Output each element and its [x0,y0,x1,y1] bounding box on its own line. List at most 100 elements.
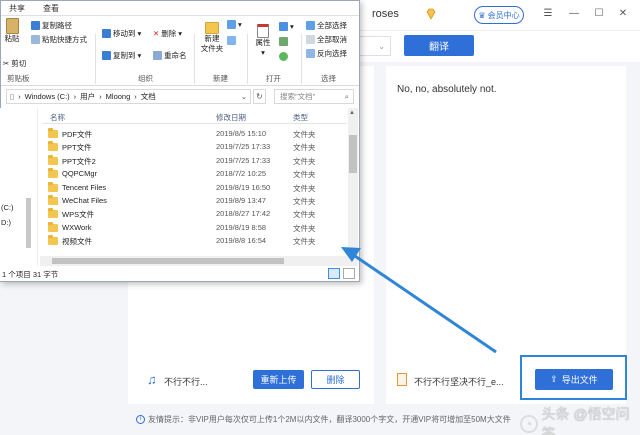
address-bar[interactable]: ▯ › Windows (C:) › 用户 › Mloong › 文档 ⌄ [6,89,251,104]
file-type: 文件夹 [293,183,316,193]
new-item-button[interactable]: ▾ [227,20,242,29]
easy-access-button[interactable] [227,36,236,45]
properties-button[interactable]: 属性 ▾ [253,24,273,58]
rename-button[interactable]: 重命名 [153,50,187,61]
navigation-pane [0,108,38,266]
reupload-button[interactable]: 重新上传 [253,370,304,389]
file-row[interactable]: WXWork 2019/8/19 8:58 文件夹 [42,221,347,235]
tab-view[interactable]: 查看 [43,3,59,14]
nav-item-drive-d[interactable]: D:) [1,218,11,227]
chevron-down-icon: ▾ [261,48,265,57]
history-button[interactable] [279,52,288,61]
paste-button[interactable]: 粘贴 [3,18,21,44]
username[interactable]: roses [372,8,399,20]
file-row[interactable]: PDF文件 2019/8/5 15:10 文件夹 [42,128,347,141]
delete-file-label: 删除 [161,29,177,38]
file-type: 文件夹 [293,170,316,180]
select-all-label: 全部选择 [317,21,347,30]
file-row[interactable]: 视频文件 2019/8/8 16:54 文件夹 [42,235,347,248]
chevron-right-icon: › [99,92,102,101]
file-row[interactable]: WeChat Files 2019/8/9 13:47 文件夹 [42,195,347,208]
close-icon[interactable]: ✕ [616,6,630,20]
edit-button[interactable] [279,37,288,46]
export-file-button[interactable]: ⇪ 导出文件 [535,369,613,390]
breadcrumb-users[interactable]: 用户 [80,91,95,102]
chevron-down-icon[interactable]: ⌄ [241,92,247,101]
file-name: QQPCMgr [62,169,98,179]
horizontal-scrollbar-thumb[interactable] [52,258,284,264]
breadcrumb-drive[interactable]: Windows (C:) [25,92,70,101]
file-list-scrollbar-thumb[interactable] [349,135,357,173]
paste-shortcut-button[interactable]: 粘贴快捷方式 [31,34,87,45]
chevron-down-icon: ▾ [290,22,294,31]
file-list-scrollbar[interactable] [348,108,358,256]
search-input[interactable]: 搜索"文档" ⌕ [274,89,354,104]
file-row[interactable]: Tencent Files 2019/8/19 16:50 文件夹 [42,181,347,195]
file-row[interactable]: QQPCMgr 2018/7/2 10:25 文件夹 [42,168,347,181]
copy-to-button[interactable]: 复制到 ▾ [102,50,141,61]
watermark: ◔ 头条 @悟空问答 [520,404,640,435]
file-row[interactable]: WPS文件 2018/8/27 17:42 文件夹 [42,208,347,221]
cut-button[interactable]: ✂ 剪切 [3,58,26,69]
maximize-icon[interactable]: ☐ [592,6,606,20]
vip-center-label: 会员中心 [487,10,520,20]
move-to-button[interactable]: 移动到 ▾ [102,28,141,39]
file-type: 文件夹 [293,223,316,233]
ribbon-divider [247,34,248,84]
column-name-header[interactable]: 名称 [50,112,65,123]
file-modified-date: 2019/8/19 16:50 [216,182,271,192]
column-date-header[interactable]: 修改日期 [216,112,246,123]
copy-path-button[interactable]: 复制路径 [31,20,72,31]
target-language-select[interactable]: ⌄ [355,36,391,56]
folder-icon [48,141,58,152]
file-row[interactable]: PPT文件2 2019/7/25 17:33 文件夹 [42,154,347,168]
menu-icon[interactable]: ☰ [541,6,555,20]
scroll-down-icon[interactable]: ▼ [349,247,355,253]
result-panel [386,66,626,404]
translate-button[interactable]: 翻译 [404,35,474,56]
copy-to-icon [102,51,111,60]
folder-icon [48,154,58,165]
details-view-icon[interactable] [328,268,340,279]
file-name: PPT文件2 [62,156,96,166]
copy-to-label: 复制到 [113,51,136,60]
select-all-button[interactable]: 全部选择 [306,20,347,31]
nav-item-drive-c[interactable]: (C:) [1,203,14,212]
ribbon-divider [301,34,302,84]
file-modified-date: 2019/7/25 17:33 [216,155,271,165]
folder-path-icon: ▯ [10,92,15,101]
column-type-header[interactable]: 类型 [293,112,308,123]
music-file-icon: ♫ [147,372,157,387]
breadcrumb-documents[interactable]: 文档 [141,91,156,102]
delete-file-button[interactable]: ✕ 删除 ▾ [153,28,182,39]
clipboard-icon [5,18,19,34]
file-name: PPT文件 [62,143,92,153]
file-type: 文件夹 [293,143,316,153]
scroll-up-icon[interactable]: ▲ [349,110,355,116]
refresh-icon[interactable]: ↻ [253,89,266,104]
ribbon-divider [194,34,195,84]
file-modified-date: 2019/8/19 8:58 [216,222,267,232]
select-none-label: 全部取消 [317,35,347,44]
large-icons-view-icon[interactable] [343,268,355,279]
tab-share[interactable]: 共享 [9,3,25,14]
breadcrumb-user[interactable]: Mloong [106,92,131,101]
new-folder-label: 新建 文件夹 [200,34,224,53]
move-to-label: 移动到 [113,29,136,38]
info-icon: i [136,415,145,425]
new-folder-button[interactable]: 新建 文件夹 [199,22,225,54]
file-row[interactable]: PPT文件 2019/7/25 17:33 文件夹 [42,141,347,154]
copy-path-icon [31,21,40,30]
vip-center-button[interactable]: ♛ 会员中心 [474,6,524,24]
properties-label: 属性 [255,38,271,47]
open-button[interactable]: ▾ [279,22,294,31]
file-name: PDF文件 [62,130,92,139]
nav-scrollbar-thumb[interactable] [26,198,31,248]
file-type: 文件夹 [293,197,316,206]
file-modified-date: 2019/8/9 13:47 [216,196,267,205]
minimize-icon[interactable]: — [567,6,581,20]
invert-selection-button[interactable]: 反向选择 [306,48,347,59]
select-none-button[interactable]: 全部取消 [306,34,347,45]
delete-button[interactable]: 删除 [311,370,360,389]
folder-icon [48,181,58,192]
